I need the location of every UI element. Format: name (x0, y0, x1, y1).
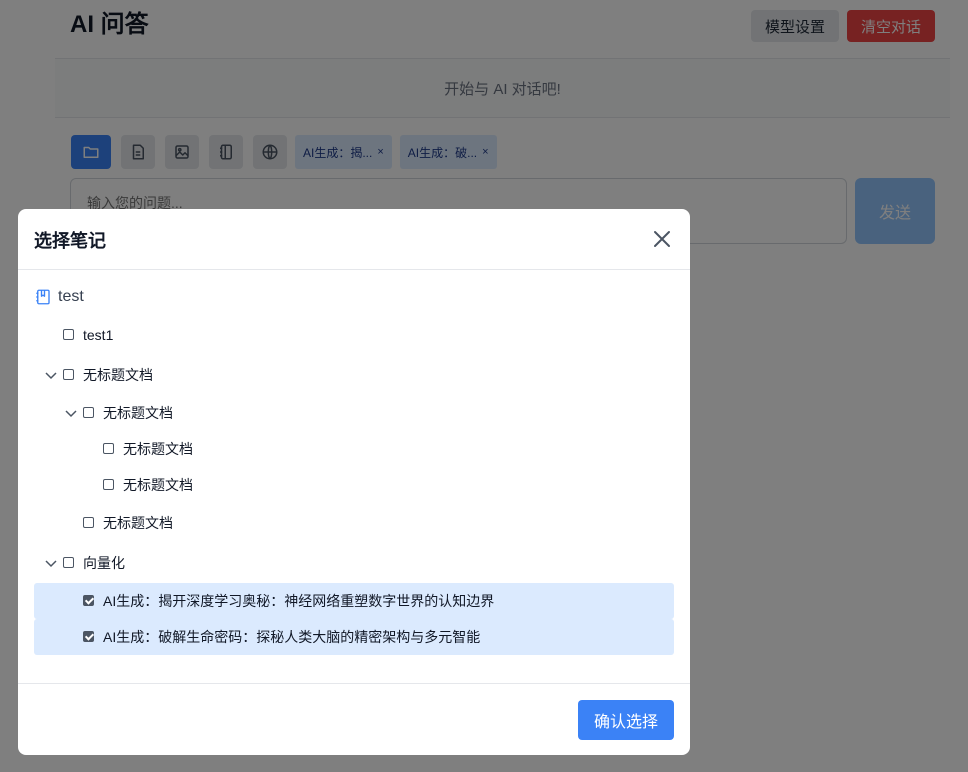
tree-node[interactable]: 无标题文档 (34, 503, 674, 543)
node-label: 无标题文档 (83, 367, 153, 383)
node-checkbox[interactable] (83, 631, 94, 642)
tree-node[interactable]: 无标题文档 (34, 467, 674, 503)
tree-nodes: test1 无标题文档 无标题文档 无标题文档 无标题文档 无标题文档 向量化 AI生成：揭开… (34, 315, 674, 655)
notebook-name: test (58, 288, 84, 305)
tree-node[interactable]: AI生成：揭开深度学习奥秘：神经网络重塑数字世界的认知边界 (34, 583, 674, 619)
dialog-title: 选择笔记 (34, 231, 106, 251)
node-label: 向量化 (83, 555, 125, 571)
tree-node[interactable]: 无标题文档 (34, 355, 674, 395)
node-label: AI生成：破解生命密码：探秘人类大脑的精密架构与多元智能 (103, 629, 481, 645)
node-label: test1 (83, 327, 114, 343)
chevron-down-icon[interactable] (44, 368, 58, 382)
node-checkbox[interactable] (103, 479, 114, 490)
node-checkbox[interactable] (83, 595, 94, 606)
node-label: 无标题文档 (123, 441, 193, 457)
node-checkbox[interactable] (63, 557, 74, 568)
node-checkbox[interactable] (63, 329, 74, 340)
node-label: AI生成：揭开深度学习奥秘：神经网络重塑数字世界的认知边界 (103, 593, 495, 609)
close-button[interactable] (650, 227, 674, 251)
node-label: 无标题文档 (103, 515, 173, 531)
tree-node[interactable]: test1 (34, 315, 674, 355)
tree-node[interactable]: 无标题文档 (34, 395, 674, 431)
close-icon (654, 231, 670, 247)
node-label: 无标题文档 (103, 405, 173, 421)
note-tree: test test1 无标题文档 无标题文档 无标题文档 无标题文档 无标题文档 向量化 AI… (34, 279, 674, 655)
node-checkbox[interactable] (103, 443, 114, 454)
node-checkbox[interactable] (83, 407, 94, 418)
node-checkbox[interactable] (63, 369, 74, 380)
dialog-footer: 确认选择 (18, 683, 690, 755)
node-checkbox[interactable] (83, 517, 94, 528)
notebook-icon (36, 289, 50, 305)
notebook-row: test (34, 279, 674, 315)
tree-node[interactable]: AI生成：破解生命密码：探秘人类大脑的精密架构与多元智能 (34, 619, 674, 655)
confirm-selection-button[interactable]: 确认选择 (578, 700, 674, 740)
dialog-header: 选择笔记 (18, 209, 690, 270)
chevron-down-icon[interactable] (44, 556, 58, 570)
tree-node[interactable]: 无标题文档 (34, 431, 674, 467)
select-note-dialog: 选择笔记 test test1 无标题文档 无标题文档 无标题文档 无标题文档 无标题文档… (18, 209, 690, 755)
node-label: 无标题文档 (123, 477, 193, 493)
chevron-down-icon[interactable] (64, 406, 78, 420)
tree-node[interactable]: 向量化 (34, 543, 674, 583)
